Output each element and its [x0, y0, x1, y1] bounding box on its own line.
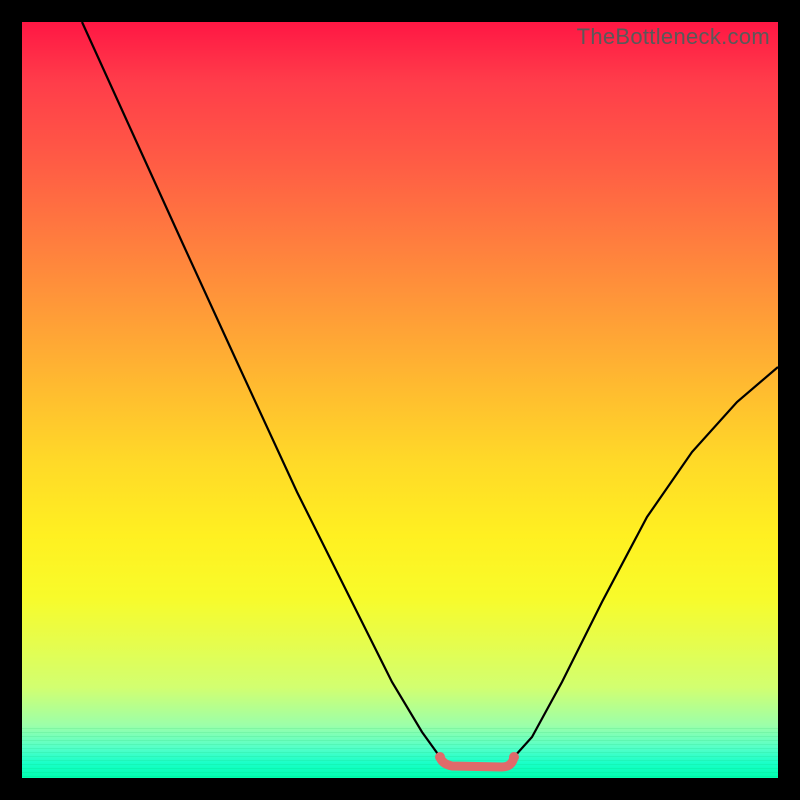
bottleneck-curve — [22, 22, 778, 778]
plot-area: TheBottleneck.com — [22, 22, 778, 778]
min-end-dot — [509, 752, 519, 762]
curve-flat-min-highlight — [440, 757, 514, 767]
chart-frame: TheBottleneck.com — [0, 0, 800, 800]
min-start-dot — [435, 752, 445, 762]
curve-right-branch — [514, 367, 778, 757]
curve-left-branch — [82, 22, 440, 757]
